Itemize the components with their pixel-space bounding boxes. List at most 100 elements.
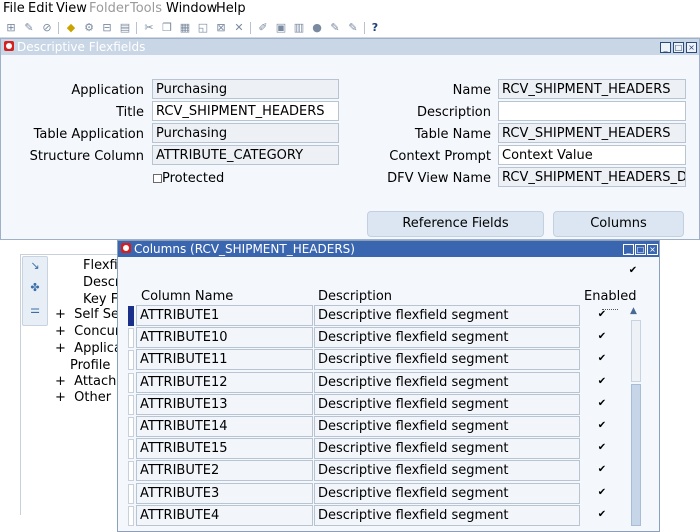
arrow-down-icon[interactable]: ↘ [28,259,42,273]
protected-checkbox[interactable] [153,174,162,183]
description-cell[interactable]: Descriptive flexfield segment [314,394,580,415]
tree-item[interactable]: Key F [83,292,118,307]
columns-button[interactable]: Columns [553,211,684,237]
attachments-icon[interactable]: ▣ [274,21,288,34]
zoom2-icon[interactable]: ✎ [346,21,360,34]
column-name-cell[interactable]: ATTRIBUTE13 [136,394,313,415]
column-name-cell[interactable]: ATTRIBUTE15 [136,438,313,459]
globe-icon[interactable]: ● [310,21,324,34]
column-name-cell[interactable]: ATTRIBUTE4 [136,505,313,526]
context-prompt-field[interactable]: Context Value [498,145,686,165]
paste-icon[interactable]: ❐ [160,21,174,34]
description-cell[interactable]: Descriptive flexfield segment [314,327,580,348]
dfv-view-name-field[interactable]: RCV_SHIPMENT_HEADERS_DFV [498,167,686,187]
header-checkbox[interactable]: ✔ [627,265,639,277]
enabled-checkbox[interactable]: ✔ [596,420,608,432]
column-name-cell[interactable]: ATTRIBUTE11 [136,349,313,370]
scroll-track[interactable] [631,320,641,382]
enabled-checkbox[interactable]: ✔ [596,509,608,521]
name-field[interactable]: RCV_SHIPMENT_HEADERS [498,79,686,99]
close-icon[interactable]: × [686,42,697,53]
enabled-checkbox[interactable]: ✔ [596,309,608,321]
edit-field-icon[interactable]: ⊠ [214,21,228,34]
translations-icon[interactable]: ✐ [256,21,270,34]
menu-folder[interactable]: Folder [89,1,129,16]
enabled-checkbox[interactable]: ✔ [596,331,608,343]
description-field[interactable] [498,101,686,121]
window-titlebar[interactable]: Descriptive Flexfields _ □ × [1,39,699,55]
minimize-icon[interactable]: _ [660,42,671,53]
column-name-cell[interactable]: ATTRIBUTE14 [136,416,313,437]
delete-icon[interactable]: ◱ [196,21,210,34]
description-cell[interactable]: Descriptive flexfield segment [314,416,580,437]
menu-view[interactable]: View [56,1,87,16]
record-indicator[interactable] [128,373,134,393]
find-icon[interactable]: ✎ [22,21,36,34]
collapse-icon[interactable]: ⚌ [28,303,42,317]
save-icon[interactable]: ◆ [64,21,78,34]
tree-item[interactable]: Descr [83,275,120,290]
description-cell[interactable]: Descriptive flexfield segment [314,305,580,326]
record-indicator[interactable] [128,395,134,415]
record-indicator[interactable] [128,417,134,437]
help-icon[interactable]: ? [368,21,382,34]
scroll-up-icon[interactable]: ▲ [630,306,637,316]
enabled-checkbox[interactable]: ✔ [596,487,608,499]
menu-edit[interactable]: Edit [28,1,53,16]
tree-item[interactable]: Profile [70,358,110,373]
column-name-cell[interactable]: ATTRIBUTE12 [136,372,313,393]
navigator-icon[interactable]: ⊘ [40,21,54,34]
print-icon[interactable]: ⚙ [82,21,96,34]
minimize-icon[interactable]: _ [623,244,634,255]
enabled-checkbox[interactable]: ✔ [596,442,608,454]
structure-column-field[interactable]: ATTRIBUTE_CATEGORY [152,145,339,165]
maximize-icon[interactable]: □ [635,244,646,255]
tree-item[interactable]: + Self Ser [55,307,124,322]
description-cell[interactable]: Descriptive flexfield segment [314,372,580,393]
menu-help[interactable]: Help [216,1,246,16]
record-indicator[interactable] [128,439,134,459]
cut-icon[interactable]: ▤ [118,21,132,34]
tree-item[interactable]: Flexfi [83,258,118,273]
enabled-checkbox[interactable]: ✔ [596,398,608,410]
title-field[interactable]: RCV_SHIPMENT_HEADERS [152,101,339,121]
reference-fields-button[interactable]: Reference Fields [367,211,544,237]
enabled-checkbox[interactable]: ✔ [596,353,608,365]
clear-icon[interactable]: ▦ [178,21,192,34]
description-cell[interactable]: Descriptive flexfield segment [314,438,580,459]
table-name-field[interactable]: RCV_SHIPMENT_HEADERS [498,123,686,143]
enabled-checkbox[interactable]: ✔ [596,464,608,476]
copy-icon[interactable]: ✂ [142,21,156,34]
column-name-cell[interactable]: ATTRIBUTE1 [136,305,313,326]
column-name-cell[interactable]: ATTRIBUTE2 [136,460,313,481]
close-form-icon[interactable]: ⊟ [100,21,114,34]
tree-item[interactable]: + Applica [55,341,122,356]
record-indicator[interactable] [128,484,134,504]
description-cell[interactable]: Descriptive flexfield segment [314,505,580,526]
application-field[interactable]: Purchasing [152,79,339,99]
close-icon[interactable]: × [647,244,658,255]
description-cell[interactable]: Descriptive flexfield segment [314,483,580,504]
record-indicator[interactable] [128,306,134,326]
record-indicator[interactable] [128,461,134,481]
description-cell[interactable]: Descriptive flexfield segment [314,349,580,370]
record-indicator[interactable] [128,350,134,370]
table-application-field[interactable]: Purchasing [152,123,339,143]
vertical-scrollbar[interactable]: ▲ [629,306,641,531]
tree-item[interactable]: + Attachn [55,374,125,389]
enabled-checkbox[interactable]: ✔ [596,376,608,388]
tree-item[interactable]: + Other [55,390,111,405]
tools-icon[interactable]: ✎ [328,21,342,34]
description-cell[interactable]: Descriptive flexfield segment [314,460,580,481]
menu-tools[interactable]: Tools [130,1,162,16]
column-name-cell[interactable]: ATTRIBUTE3 [136,483,313,504]
columns-window-titlebar[interactable]: Columns (RCV_SHIPMENT_HEADERS) _ □ × [118,241,659,257]
new-icon[interactable]: ⊞ [4,21,18,34]
record-indicator[interactable] [128,506,134,526]
menu-file[interactable]: File [3,1,25,16]
tree-item[interactable]: + Concur [55,324,120,339]
maximize-icon[interactable]: □ [673,42,684,53]
zoom-icon[interactable]: ✕ [232,21,246,34]
folder-tools-icon[interactable]: ▥ [292,21,306,34]
menu-window[interactable]: Window [166,1,217,16]
